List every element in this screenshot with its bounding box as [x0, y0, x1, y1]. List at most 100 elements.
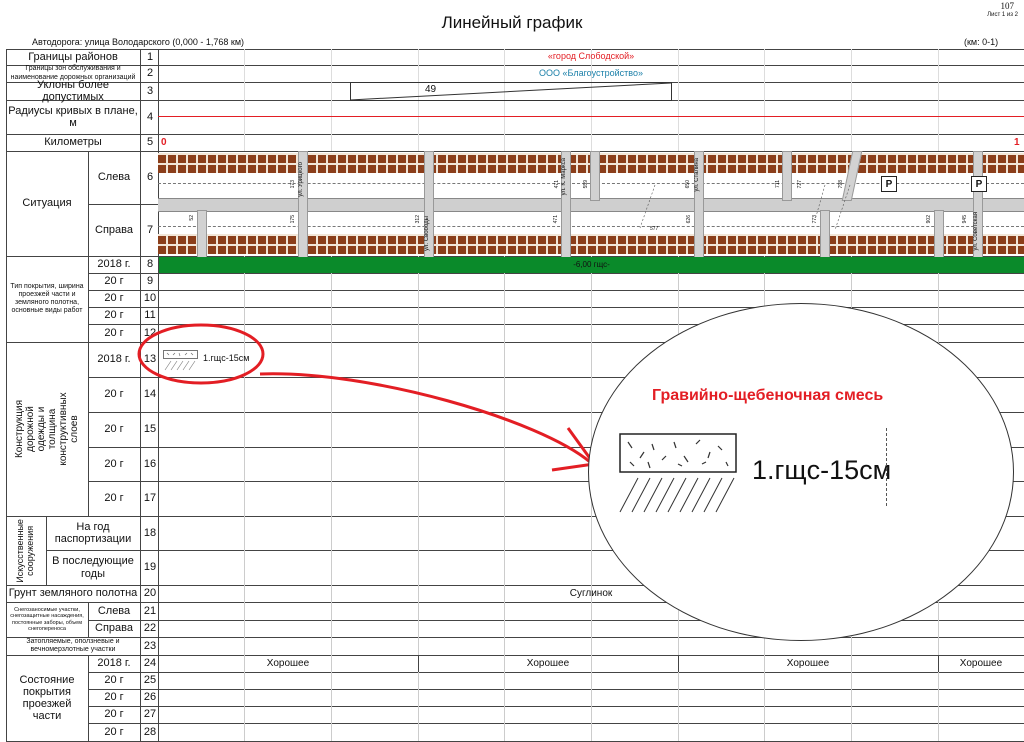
page-title: Линейный график — [441, 13, 583, 32]
year-label: 20 г — [104, 292, 124, 305]
street-label: ул. Урицкого — [298, 162, 304, 197]
year-label: 20 г — [104, 691, 124, 704]
cross-street — [590, 151, 600, 201]
year-label: 20 г — [104, 388, 124, 401]
zoom-caption: Гравийно-щебеночная смесь — [652, 387, 884, 404]
buildings-right — [158, 234, 1024, 254]
row-number: 8 — [146, 258, 154, 271]
year-label: 20 г — [104, 492, 124, 505]
cross-street — [197, 210, 207, 258]
situation-number: 945 — [962, 215, 968, 224]
layer-sample-large — [619, 433, 737, 513]
row-label-situation: Ситуация — [22, 197, 72, 210]
row-number: 24 — [143, 657, 157, 670]
utility-lines — [639, 184, 851, 231]
km-range: (км: 0-1) — [964, 37, 999, 47]
parking-icon: P — [881, 176, 897, 192]
slope-diagram — [350, 82, 672, 101]
pavement-bar: -6,00 гщс- — [159, 257, 1024, 273]
row-number: 4 — [146, 110, 154, 123]
condition-value: Хорошее — [526, 658, 570, 669]
row-number: 16 — [143, 457, 157, 470]
row-label-pavement-type: Тип покрытия, ширина проезжей части и зе… — [10, 282, 84, 315]
structures-current-label: На год паспортизации — [54, 520, 132, 545]
situation-number: 312 — [415, 215, 421, 224]
row-label-flooding: Затопляемые, оползневые и вечномерзлотны… — [26, 637, 120, 653]
row-number: 19 — [143, 561, 157, 574]
row-number: 25 — [143, 674, 157, 687]
situation-left-label: Слева — [97, 171, 131, 184]
row-number: 9 — [146, 275, 154, 288]
condition-value: Хорошее — [266, 658, 310, 669]
row-number: 3 — [146, 84, 154, 97]
snow-left-label: Слева — [97, 604, 131, 617]
row-number: 23 — [143, 639, 157, 652]
zoom-layer-label: 1.гщс-15см — [752, 455, 892, 485]
cross-street — [934, 210, 944, 258]
row-label-soil: Грунт земляного полотна — [8, 587, 138, 600]
situation-number: 173 — [290, 180, 296, 189]
row-number: 18 — [143, 526, 157, 539]
grid-line — [88, 706, 1024, 707]
row-label-curve-radii: Радиусы кривых в плане, м — [8, 104, 138, 129]
row-number: 17 — [143, 492, 157, 505]
grid-line — [88, 307, 1024, 308]
row-label-districts: Границы районов — [28, 50, 118, 63]
situation-number: 52 — [189, 215, 195, 221]
year-label: 2018 г. — [97, 258, 131, 271]
year-label: 20 г — [104, 275, 124, 288]
row-number: 20 — [143, 587, 157, 600]
condition-value: Хорошее — [959, 658, 1003, 669]
street-label: ул. Свободы — [424, 216, 430, 251]
situation-number: 471 — [554, 180, 560, 189]
condition-value: Хорошее — [786, 658, 830, 669]
row-number: 10 — [143, 292, 157, 305]
situation-number: 471 — [553, 215, 559, 224]
row-number: 2 — [146, 67, 154, 80]
row-label-construction: Конструкция дорожной одежды и толщина ко… — [6, 342, 88, 516]
page-number: 107 — [1000, 1, 1015, 11]
grid-line — [88, 273, 1024, 274]
situation-number: 559 — [583, 180, 589, 189]
year-label: 20 г — [104, 423, 124, 436]
km-start: 0 — [161, 137, 167, 148]
organization-value: ООО «Благоустройство» — [539, 67, 643, 78]
row-number: 6 — [146, 171, 154, 184]
district-value: «город Слободской» — [547, 51, 635, 62]
row-label-kilometers: Километры — [44, 136, 102, 149]
street-label: ул. К. Маркса — [561, 158, 567, 196]
year-label: 2018 г. — [97, 657, 131, 670]
parking-icon: P — [971, 176, 987, 192]
slope-value: 49 — [425, 84, 437, 95]
row-number: 1 — [146, 50, 154, 63]
zoom-dashed-marker — [886, 428, 887, 506]
year-label: 20 г — [104, 309, 124, 322]
row-label-structures: Искусственные сооружения — [6, 516, 46, 585]
row-number: 5 — [146, 136, 154, 149]
row-label-slopes: Уклоны более допустимых — [37, 78, 109, 103]
row-label-snow: Снегозаносимые участки, снегозащитные на… — [10, 606, 84, 632]
structures-future-label: В последующие годы — [52, 555, 134, 580]
year-label: 20 г — [104, 674, 124, 687]
snow-right-label: Справа — [95, 622, 133, 635]
year-label: 20 г — [104, 457, 124, 470]
row-number: 7 — [146, 223, 154, 236]
situation-number: 902 — [926, 215, 932, 224]
grid-line — [88, 672, 1024, 673]
km-end: 1 — [1014, 137, 1020, 148]
grid-line — [88, 290, 1024, 291]
structures-label-text: Искусственные сооружения — [15, 518, 36, 583]
year-label: 20 г — [104, 708, 124, 721]
row-number: 28 — [143, 725, 157, 738]
street-label: ул. Советская — [973, 212, 979, 251]
row-number: 22 — [143, 622, 157, 635]
year-label: 20 г — [104, 725, 124, 738]
grid-line — [88, 723, 1024, 724]
row-label-condition: Состояние покрытия проезжей части — [19, 673, 75, 723]
row-number: 21 — [143, 604, 157, 617]
year-label: 20 г — [104, 326, 124, 339]
construction-label-text: Конструкция дорожной одежды и толщина ко… — [14, 392, 80, 466]
grid-line — [88, 689, 1024, 690]
row-number: 27 — [143, 708, 157, 721]
situation-right-label: Справа — [95, 223, 133, 236]
